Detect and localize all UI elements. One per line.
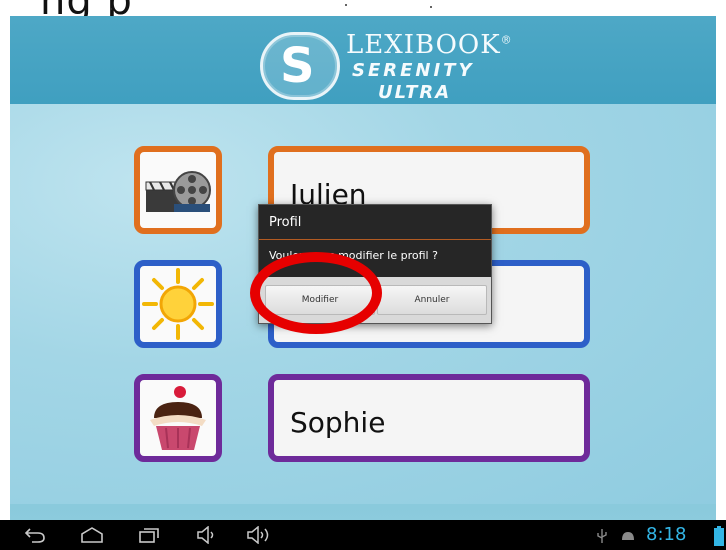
brand-sub2: ULTRA [378, 82, 452, 103]
android-debug-icon [622, 532, 634, 540]
recent-apps-icon[interactable] [138, 527, 160, 543]
cropped-text: ng p [40, 0, 133, 16]
logo-s-icon: S [260, 32, 340, 100]
profile-name-sophie[interactable]: Sophie [268, 374, 590, 462]
annuler-button[interactable]: Annuler [377, 285, 487, 315]
brand-sub1: SERENITY [352, 60, 475, 81]
back-icon[interactable] [24, 527, 46, 543]
modifier-button[interactable]: Modifier [265, 285, 375, 315]
dialog-buttons: Modifier Annuler [259, 277, 491, 323]
dialog-divider [259, 239, 491, 240]
speck [345, 4, 347, 6]
system-navbar: 8:18 [0, 520, 726, 550]
cupcake-icon [150, 386, 206, 450]
sun-icon [142, 268, 214, 340]
film-camera-icon [145, 171, 211, 212]
dialog-title: Profil [269, 215, 302, 230]
registered-mark: ® [500, 33, 513, 47]
profile-dialog: Profil Voulez-vous modifier le profil ? … [258, 204, 492, 324]
profile-icon-sophie[interactable] [134, 374, 222, 462]
home-icon[interactable] [80, 526, 104, 544]
speck [430, 6, 432, 8]
profile-icon-julien[interactable] [134, 146, 222, 234]
dialog-message: Voulez-vous modifier le profil ? [269, 249, 438, 262]
top-cropped-strip: ng p [0, 0, 726, 16]
status-clock: 8:18 [646, 524, 687, 545]
profile-icon-sun[interactable] [134, 260, 222, 348]
usb-icon [597, 529, 607, 543]
battery-icon [714, 526, 724, 546]
app-logo: S LEXIBOOK® SERENITY ULTRA [260, 26, 513, 106]
speck [110, 8, 112, 10]
volume-down-icon[interactable] [196, 526, 218, 544]
brand-name: LEXIBOOK® [346, 30, 513, 60]
volume-up-icon[interactable] [246, 526, 274, 544]
profile-name-label: Sophie [290, 406, 386, 439]
